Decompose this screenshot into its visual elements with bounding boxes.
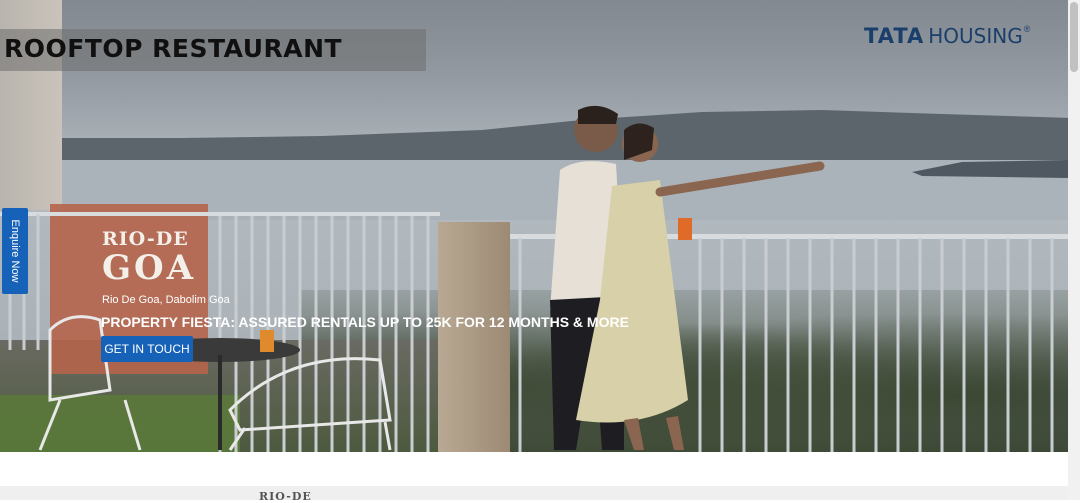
enquire-now-label: Enquire Now (9, 219, 21, 283)
couple-photo (550, 105, 825, 450)
project-logo-line2: GOA (102, 248, 197, 288)
enquire-now-tab[interactable]: Enquire Now (2, 208, 28, 294)
get-in-touch-button[interactable]: GET IN TOUCH (101, 336, 193, 362)
registered-mark: ® (1023, 24, 1031, 34)
logo-tata: TATA (864, 24, 925, 48)
offer-headline: PROPERTY FIESTA: ASSURED RENTALS UP TO 2… (101, 314, 629, 330)
project-logo-line1: RIO-DE (102, 228, 189, 250)
patio-furniture (38, 315, 392, 451)
below-fold-project-logo: RIO-DE (259, 490, 312, 503)
page-scrollbar[interactable] (1068, 0, 1080, 500)
logo-housing: HOUSING (928, 24, 1023, 48)
page-title: ROOFTOP RESTAURANT (4, 34, 343, 63)
tata-housing-logo[interactable]: TATA HOUSING® (864, 24, 1030, 48)
concrete-pillar (438, 222, 510, 452)
scrollbar-thumb[interactable] (1070, 2, 1078, 72)
project-location: Rio De Goa, Dabolim Goa (102, 294, 230, 306)
below-fold-section (0, 486, 1068, 500)
rio-de-goa-logo: RIO-DE GOA (102, 228, 197, 288)
